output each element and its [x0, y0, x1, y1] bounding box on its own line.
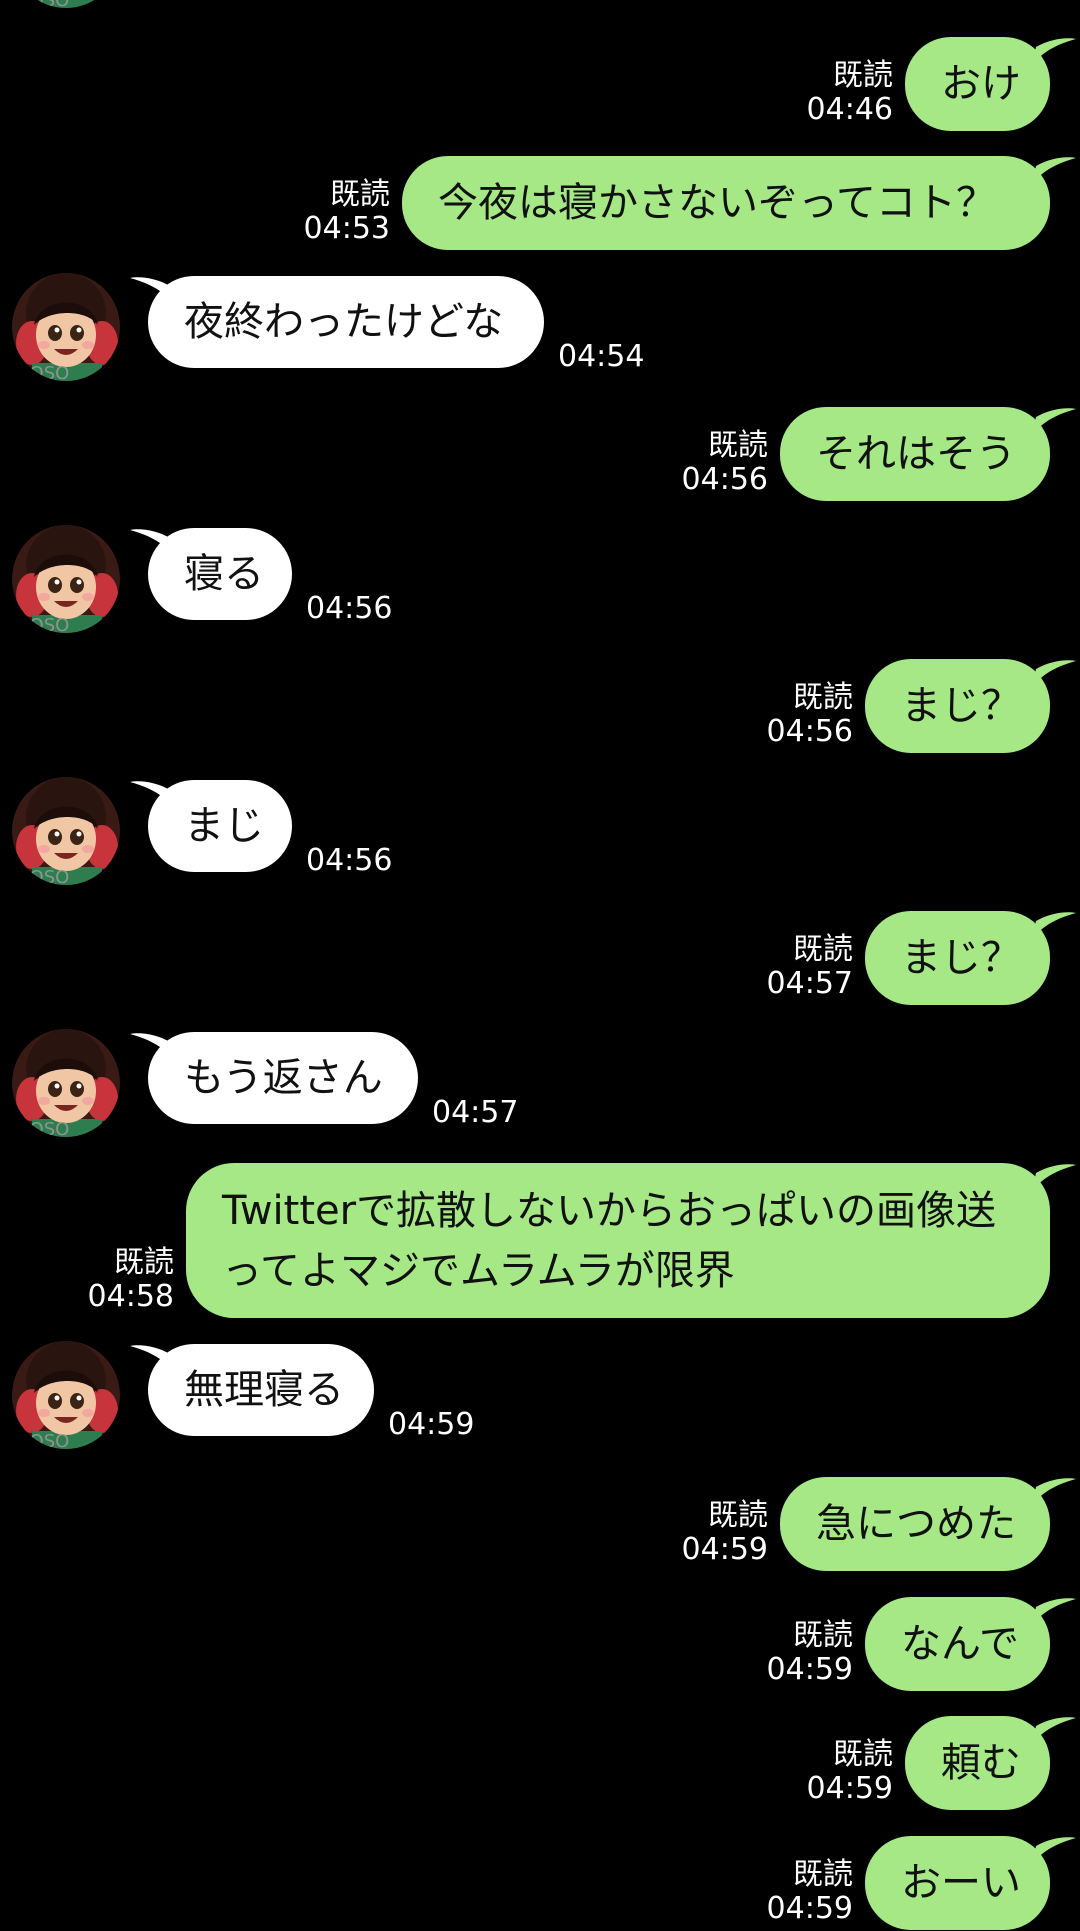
avatar[interactable]: MOSO [12, 1029, 120, 1137]
message-row-outgoing: それはそう 既読 04:56 [0, 407, 1080, 501]
avatar-watermark: MOSO [14, 1119, 69, 1137]
message-timestamp: 04:56 [681, 462, 768, 497]
message-timestamp: 04:56 [306, 591, 393, 626]
message-row-incoming: MOSO 寝る 04:56 [0, 525, 1080, 633]
message-bubble[interactable]: もう返さん [148, 1032, 418, 1124]
message-timestamp: 04:58 [87, 1279, 174, 1314]
message-bubble[interactable]: 頼む [905, 1716, 1050, 1810]
read-receipt: 既読 [793, 1857, 853, 1892]
message-meta: 既読 04:46 [807, 59, 893, 127]
message-row-incoming: MOSO まじ 04:56 [0, 777, 1080, 885]
message-timestamp: 04:56 [306, 843, 393, 878]
message-timestamp: 04:59 [806, 1771, 893, 1806]
chat-message-list[interactable]: おけ 既読 04:46 今夜は寝かさないぞってコト？ 既読 04:53 MOSO 夜終わったけ… [0, 0, 1080, 1931]
read-receipt: 既読 [708, 1498, 768, 1533]
message-timestamp: 04:59 [766, 1652, 853, 1687]
message-meta: 既読 04:56 [767, 681, 853, 749]
message-meta: 既読 04:59 [807, 1738, 893, 1806]
message-bubble[interactable]: まじ [148, 780, 292, 872]
message-bubble[interactable]: 夜終わったけどな [148, 276, 544, 368]
message-bubble[interactable]: なんで [865, 1597, 1050, 1691]
read-receipt: 既読 [793, 1618, 853, 1653]
avatar-watermark: MOSO [14, 615, 69, 633]
avatar[interactable]: MOSO [12, 1341, 120, 1449]
message-row-incoming: MOSO 無理寝る 04:59 [0, 1341, 1080, 1449]
message-timestamp: 04:57 [432, 1095, 519, 1130]
message-meta: 04:54 [558, 340, 644, 374]
message-meta: 既読 04:56 [682, 429, 768, 497]
read-receipt: 既読 [330, 177, 390, 212]
read-receipt: 既読 [793, 932, 853, 967]
message-bubble[interactable]: まじ？ [865, 659, 1050, 753]
avatar-watermark: MOSO [14, 867, 69, 885]
message-meta: 既読 04:59 [682, 1499, 768, 1567]
avatar-watermark: MOSO [14, 0, 69, 8]
read-receipt: 既読 [708, 428, 768, 463]
message-timestamp: 04:56 [766, 714, 853, 749]
message-timestamp: 04:57 [766, 966, 853, 1001]
message-row-outgoing: なんで 既読 04:59 [0, 1597, 1080, 1691]
message-row-outgoing: 頼む 既読 04:59 [0, 1716, 1080, 1810]
message-row-outgoing: Twitterで拡散しないからおっぱいの画像送ってよマジでムラムラが限界 既読 04… [0, 1163, 1080, 1318]
message-bubble[interactable]: おけ [905, 37, 1050, 131]
message-bubble[interactable]: それはそう [780, 407, 1050, 501]
message-row-outgoing: まじ？ 既読 04:56 [0, 659, 1080, 753]
message-row-outgoing: おけ 既読 04:46 [0, 37, 1080, 131]
message-bubble[interactable]: 急につめた [780, 1477, 1050, 1571]
message-row-outgoing: 今夜は寝かさないぞってコト？ 既読 04:53 [0, 156, 1080, 250]
message-bubble[interactable]: 今夜は寝かさないぞってコト？ [402, 156, 1050, 250]
avatar[interactable]: MOSO [12, 0, 120, 8]
message-bubble[interactable]: おーい [865, 1836, 1050, 1930]
avatar[interactable]: MOSO [12, 525, 120, 633]
message-timestamp: 04:59 [766, 1891, 853, 1926]
read-receipt: 既読 [833, 1737, 893, 1772]
message-timestamp: 04:54 [558, 339, 645, 374]
message-bubble[interactable]: Twitterで拡散しないからおっぱいの画像送ってよマジでムラムラが限界 [186, 1163, 1050, 1318]
message-bubble[interactable]: まじ？ [865, 911, 1050, 1005]
message-row-outgoing: 急につめた 既読 04:59 [0, 1477, 1080, 1571]
avatar[interactable]: MOSO [12, 273, 120, 381]
message-timestamp: 04:53 [303, 211, 390, 246]
avatar-watermark: MOSO [14, 1431, 69, 1449]
message-row-outgoing: おーい 既読 04:59 [0, 1836, 1080, 1930]
avatar-watermark: MOSO [14, 363, 69, 381]
read-receipt: 既読 [114, 1245, 174, 1280]
message-timestamp: 04:59 [681, 1532, 768, 1567]
message-row-incoming: MOSO 夜終わったけどな 04:54 [0, 273, 1080, 381]
avatar[interactable]: MOSO [12, 777, 120, 885]
message-timestamp: 04:59 [388, 1407, 475, 1442]
message-meta: 既読 04:57 [767, 933, 853, 1001]
message-meta: 既読 04:53 [304, 178, 390, 246]
message-bubble[interactable]: 無理寝る [148, 1344, 374, 1436]
message-meta: 04:57 [432, 1096, 518, 1130]
message-meta: 既読 04:58 [88, 1246, 174, 1314]
read-receipt: 既読 [833, 58, 893, 93]
message-meta: 04:56 [306, 592, 392, 626]
message-timestamp: 04:46 [806, 92, 893, 127]
message-meta: 既読 04:59 [767, 1858, 853, 1926]
message-meta: 04:59 [388, 1408, 474, 1442]
message-row-outgoing: まじ？ 既読 04:57 [0, 911, 1080, 1005]
message-meta: 既読 04:59 [767, 1619, 853, 1687]
read-receipt: 既読 [793, 680, 853, 715]
message-meta: 04:56 [306, 844, 392, 878]
message-row-incoming: MOSO もう返さん 04:57 [0, 1029, 1080, 1137]
message-bubble[interactable]: 寝る [148, 528, 292, 620]
